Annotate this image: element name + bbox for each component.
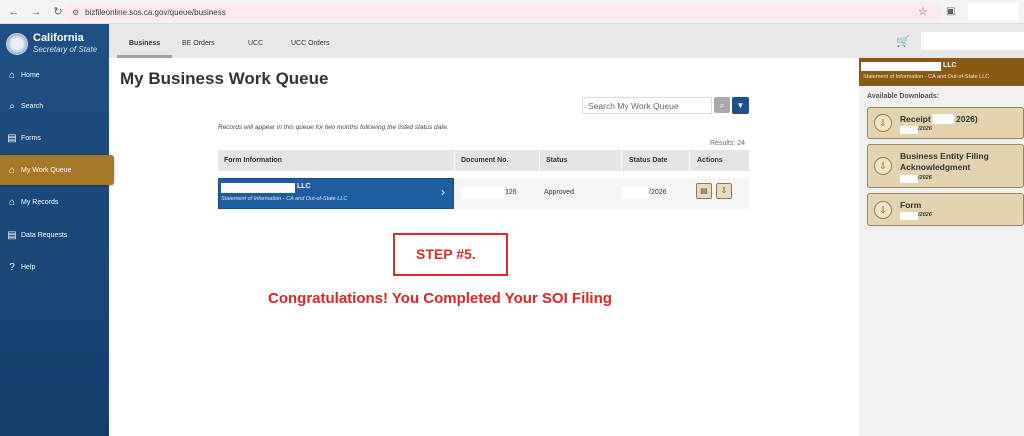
download-icon: ⇩ — [874, 201, 892, 219]
redaction — [900, 175, 918, 183]
brand-logo[interactable]: California Secretary of State — [0, 30, 109, 58]
status-date: /2026 — [649, 189, 667, 196]
redaction — [968, 3, 1018, 21]
sidebar-item-label: Data Requests — [21, 231, 68, 239]
download-title-suffix: 2026) — [956, 114, 978, 124]
form-type: Statement of Information - CA and Out-of… — [221, 196, 348, 202]
download-acknowledgment[interactable]: ⇩ Business Entity Filing Acknowledgment … — [867, 144, 1024, 188]
download-form[interactable]: ⇩ Form /2026 — [867, 193, 1024, 226]
redaction — [221, 183, 295, 193]
download-title: Business Entity Filing — [900, 151, 989, 161]
redaction — [900, 212, 918, 220]
back-icon[interactable]: ← — [6, 6, 22, 18]
data-requests-icon: ▤ — [7, 229, 17, 241]
extension-icon[interactable]: ▣ — [946, 6, 955, 17]
sidebar-item-data-requests[interactable]: ▤ Data Requests — [0, 220, 109, 250]
state-seal-icon — [6, 33, 28, 55]
tab-business[interactable]: Business — [129, 40, 160, 47]
cart-icon[interactable]: 🛒 — [896, 35, 910, 48]
sidebar-item-search[interactable]: ⌕ Search — [0, 91, 109, 121]
records-note: Records will appear in this queue for tw… — [218, 124, 449, 131]
download-button[interactable]: ⇩ — [716, 183, 732, 199]
table-row[interactable]: LLC Statement of Information - CA and Ou… — [218, 178, 454, 209]
redaction — [461, 187, 505, 199]
brand-subtitle: Secretary of State — [33, 45, 98, 54]
tab-ucc-orders[interactable]: UCC Orders — [291, 40, 330, 47]
sidebar-item-label: Forms — [21, 134, 41, 142]
download-date: /2026 — [918, 126, 932, 132]
view-document-button[interactable]: ▤ — [696, 183, 712, 199]
tab-ucc[interactable]: UCC — [248, 40, 263, 47]
work-queue-icon: ⌂ — [8, 164, 16, 176]
table-header: Form Information Document No. Status Sta… — [218, 150, 749, 171]
filter-button[interactable]: ▼ — [732, 97, 749, 114]
redaction — [900, 126, 918, 134]
redaction — [932, 114, 954, 124]
column-header: Status — [546, 157, 568, 164]
column-header: Document No. — [461, 157, 509, 164]
column-header: Form Information — [224, 157, 282, 164]
download-date: /2026 — [918, 175, 932, 181]
column-header: Status Date — [629, 157, 668, 164]
search-input[interactable]: Search My Work Queue — [582, 97, 712, 114]
redaction — [861, 62, 941, 71]
congratulations-message: Congratulations! You Completed Your SOI … — [268, 290, 612, 307]
entity-header: LLC Statement of Information - CA and Ou… — [859, 58, 1024, 86]
sidebar-item-my-records[interactable]: ⌂ My Records — [0, 187, 109, 217]
sidebar-item-label: Search — [21, 102, 44, 110]
redaction — [622, 187, 649, 199]
brand-name: California — [33, 32, 84, 44]
redaction — [921, 32, 1024, 50]
entity-name: LLC — [943, 62, 957, 69]
chevron-right-icon[interactable]: › — [441, 185, 445, 199]
sidebar-item-label: My Records — [21, 198, 59, 206]
search-button[interactable]: ⌕ — [714, 97, 730, 113]
tab-be-orders[interactable]: BE Orders — [182, 40, 215, 47]
top-tabs: Business BE Orders UCC UCC Orders — [109, 24, 859, 58]
sidebar-item-forms[interactable]: ▤ Forms — [0, 123, 109, 153]
sidebar-item-label: Home — [21, 71, 40, 79]
address-bar[interactable]: ⚙ bizfileonline.sos.ca.gov/queue/busines… — [64, 3, 942, 21]
sidebar-item-label: Help — [21, 263, 36, 271]
download-receipt[interactable]: ⇩ Receipt 2026) /2026 — [867, 107, 1024, 139]
document-number: 126 — [505, 189, 517, 196]
step-label: STEP #5. — [416, 246, 476, 262]
download-date: /2026 — [918, 212, 932, 218]
sidebar: California Secretary of State ⌂ Home ⌕ S… — [0, 24, 114, 436]
download-title: Receipt — [900, 114, 931, 124]
help-icon: ? — [9, 261, 15, 273]
form-type: Statement of Information - CA and Out-of… — [863, 74, 990, 80]
page-title: My Business Work Queue — [120, 69, 329, 88]
download-title: Form — [900, 200, 922, 210]
forward-icon[interactable]: → — [28, 6, 44, 18]
status-value: Approved — [544, 189, 574, 196]
download-icon: ⇩ — [874, 114, 892, 132]
bookmark-star-icon[interactable]: ☆ — [918, 5, 928, 18]
results-count: Results: 24 — [710, 140, 746, 147]
url-text: bizfileonline.sos.ca.gov/queue/business — [85, 7, 226, 17]
site-settings-icon[interactable]: ⚙ — [72, 8, 79, 17]
home-icon: ⌂ — [8, 69, 16, 81]
sidebar-item-label: My Work Queue — [21, 166, 72, 174]
search-icon: ⌕ — [9, 100, 15, 112]
entity-name: LLC — [297, 183, 311, 190]
download-icon: ⇩ — [874, 157, 892, 175]
sidebar-item-home[interactable]: ⌂ Home — [0, 60, 109, 90]
sidebar-item-help[interactable]: ? Help — [0, 252, 109, 282]
active-tab-indicator — [117, 55, 172, 58]
download-title-line2: Acknowledgment — [900, 162, 971, 172]
records-icon: ⌂ — [8, 196, 16, 208]
downloads-label: Available Downloads: — [867, 93, 940, 100]
column-header: Actions — [697, 157, 723, 164]
sidebar-item-my-work-queue[interactable]: ⌂ My Work Queue — [0, 155, 114, 185]
forms-icon: ▤ — [7, 132, 17, 144]
